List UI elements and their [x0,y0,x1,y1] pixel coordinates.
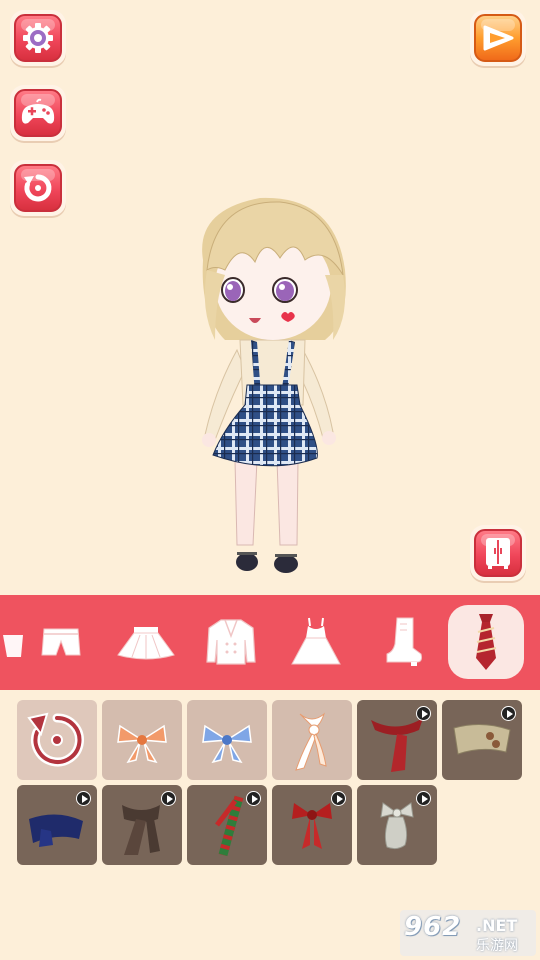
blue-striped-bow-icon [202,724,252,764]
video-unlock-icon [416,706,431,721]
item-tile-plaid-scarf[interactable] [102,785,182,865]
item-tile-scarf-knot[interactable] [272,700,352,780]
video-unlock-icon [246,791,261,806]
video-unlock-icon [161,791,176,806]
item-tile-christmas-scarf[interactable] [187,785,267,865]
dress-icon [291,617,341,665]
shorts-icon [41,628,81,656]
category-jacket[interactable] [193,605,269,679]
category-shorts[interactable] [23,605,99,679]
category-skirt[interactable] [108,605,184,679]
category-bar [0,595,540,690]
video-unlock-icon [501,706,516,721]
item-tile-remove[interactable] [17,700,97,780]
wardrobe-icon [486,538,510,569]
category-necktie[interactable] [448,605,524,679]
boot-icon [386,617,422,666]
item-grid [17,700,537,870]
orange-striped-bow-icon [117,724,167,764]
watch-video-button[interactable] [470,10,526,66]
site-watermark: 962 .NET 乐游网 [400,910,536,956]
gear-icon [23,23,53,53]
reset-button[interactable] [10,160,66,216]
item-tile-navy-scarf[interactable] [17,785,97,865]
watermark-number: 962 [404,912,462,942]
watermark-domain: .NET [476,916,518,935]
item-tile-red-scarf[interactable] [357,700,437,780]
video-unlock-icon [331,791,346,806]
character-avatar [202,197,346,573]
category-dress[interactable] [278,605,354,679]
games-button[interactable] [10,85,66,141]
item-tile-lace-bow[interactable] [357,785,437,865]
orange-scarf-knot-icon [295,712,327,771]
item-tile-orange-bow[interactable] [102,700,182,780]
item-tile-blue-bow[interactable] [187,700,267,780]
gamepad-icon [21,98,55,124]
skirt-icon [117,627,175,660]
category-shoes[interactable] [363,605,439,679]
reset-icon [24,174,52,202]
item-tile-beige-scarf[interactable] [442,700,522,780]
necktie-icon [476,614,497,670]
remove-item-icon [27,712,84,767]
video-unlock-icon [416,791,431,806]
jacket-icon [206,619,256,665]
wardrobe-button[interactable] [470,525,526,581]
item-tile-red-ribbon[interactable] [272,785,352,865]
watermark-chinese: 乐游网 [476,938,518,954]
play-video-icon [483,25,514,51]
video-unlock-icon [76,791,91,806]
settings-button[interactable] [10,10,66,66]
